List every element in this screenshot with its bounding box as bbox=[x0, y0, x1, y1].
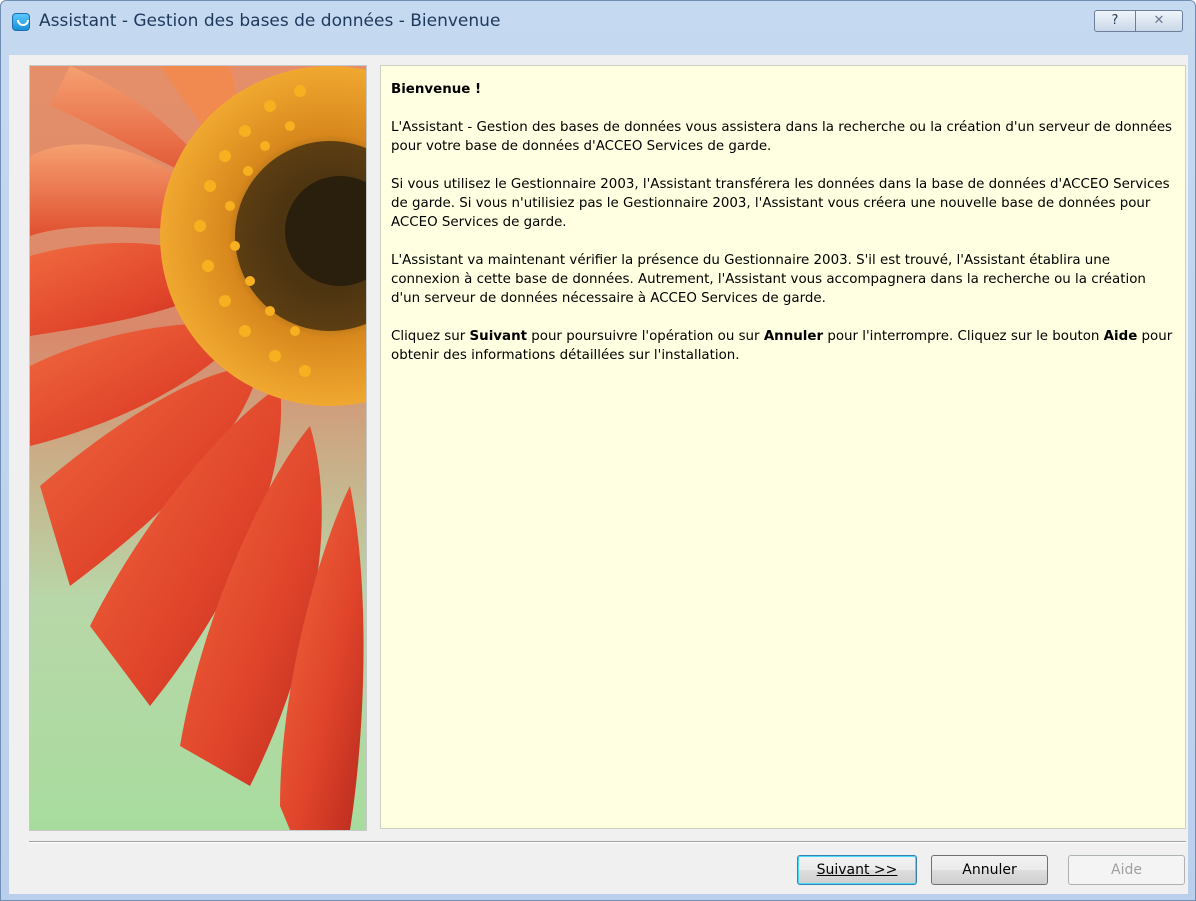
cancel-button[interactable]: Annuler bbox=[931, 855, 1048, 885]
instructions-help-bold: Aide bbox=[1103, 329, 1138, 344]
next-button-label: Suivant >> bbox=[816, 862, 898, 878]
instructions-text: pour poursuivre l'opération ou sur bbox=[527, 329, 764, 344]
window-title: Assistant - Gestion des bases de données… bbox=[39, 11, 501, 31]
welcome-panel: Bienvenue ! L'Assistant - Gestion des ba… bbox=[380, 65, 1186, 829]
instructions-cancel-bold: Annuler bbox=[763, 329, 824, 344]
close-button[interactable]: ✕ bbox=[1135, 10, 1183, 32]
button-separator bbox=[29, 841, 1186, 843]
flower-image bbox=[29, 65, 367, 831]
next-button[interactable]: Suivant >> bbox=[797, 855, 917, 885]
instructions-text: Cliquez sur bbox=[391, 329, 470, 344]
instructions-text: pour l'interrompre. Cliquez sur le bouto… bbox=[823, 329, 1104, 344]
welcome-heading: Bienvenue ! bbox=[391, 82, 482, 97]
wizard-window: Assistant - Gestion des bases de données… bbox=[0, 0, 1196, 901]
instructions-paragraph: Cliquez sur Suivant pour poursuivre l'op… bbox=[391, 327, 1175, 365]
help-button[interactable]: Aide bbox=[1068, 855, 1185, 885]
title-bar[interactable]: Assistant - Gestion des bases de données… bbox=[1, 1, 1195, 55]
verification-paragraph: L'Assistant va maintenant vérifier la pr… bbox=[391, 253, 1146, 306]
wizard-body: Bienvenue ! L'Assistant - Gestion des ba… bbox=[9, 55, 1188, 894]
app-icon bbox=[12, 13, 30, 31]
instructions-next-bold: Suivant bbox=[469, 329, 527, 344]
intro-paragraph: L'Assistant - Gestion des bases de donné… bbox=[391, 120, 1173, 154]
help-titlebar-button[interactable]: ? bbox=[1094, 10, 1136, 32]
flower-illustration bbox=[30, 66, 366, 830]
transfer-paragraph: Si vous utilisez le Gestionnaire 2003, l… bbox=[391, 177, 1170, 230]
